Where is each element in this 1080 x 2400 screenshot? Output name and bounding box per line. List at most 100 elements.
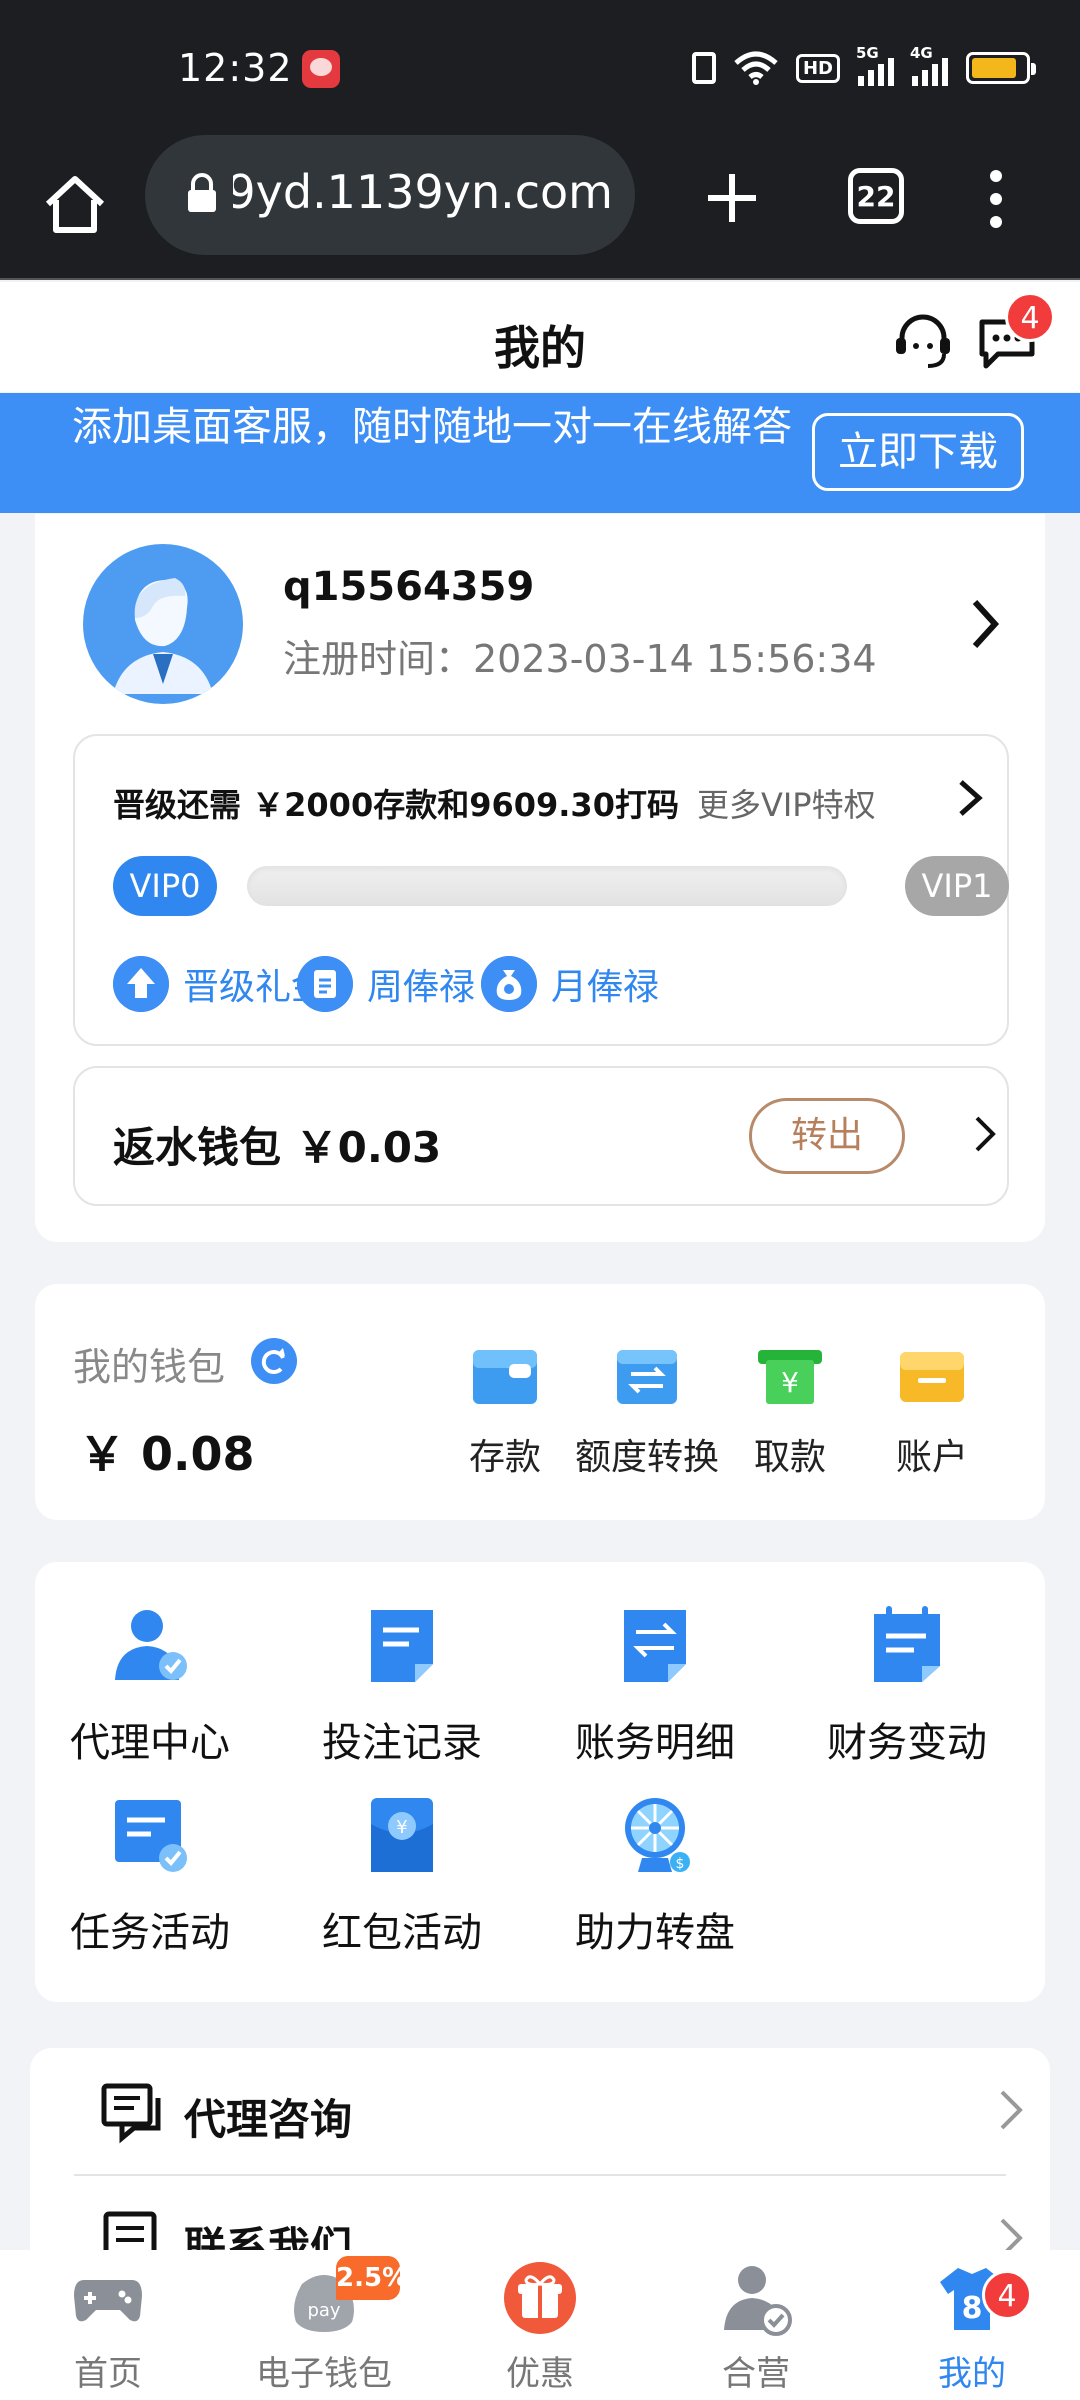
rebate-wallet: 返水钱包 ￥0.03 转出	[73, 1066, 1009, 1206]
transfer-out-button[interactable]: 转出	[749, 1098, 905, 1174]
signal-5g-icon: 5G	[856, 44, 894, 86]
avatar-person-icon	[85, 546, 241, 702]
new-tab-icon[interactable]	[700, 166, 764, 230]
username: q15564359	[283, 564, 535, 610]
status-icons: HD 5G 4G	[691, 44, 1036, 88]
action-label: 账户	[895, 1437, 968, 1478]
vip-upgrade-requirement: 晋级还需 ￥2000存款和9609.30打码 更多VIP特权	[113, 780, 876, 826]
wallet-rate-badge: 2.5%	[336, 2256, 408, 2300]
wheel-icon: $	[625, 1798, 690, 1872]
browser-toolbar: 99yd.1139yn.com 22	[0, 135, 1080, 280]
customer-service-icon[interactable]	[890, 308, 956, 374]
partner-person-icon	[724, 2266, 792, 2336]
nav-mine[interactable]: 8 我的	[882, 2260, 1062, 2395]
transfer-document-icon	[624, 1610, 686, 1682]
nav-label: 优惠	[506, 2354, 574, 2394]
menu-label: 助力转盘	[575, 1910, 735, 1956]
message-badge: 4	[1005, 292, 1055, 342]
finance-changes-item[interactable]: 财务变动	[792, 1602, 1022, 1768]
task-activities-item[interactable]: 任务活动	[35, 1792, 265, 1958]
withdraw-icon: ¥	[758, 1350, 822, 1404]
withdraw-button[interactable]: ¥ 取款	[715, 1346, 865, 1480]
lucky-wheel-item[interactable]: $ 助力转盘	[540, 1792, 770, 1958]
nav-label: 我的	[938, 2354, 1006, 2394]
list-label: 代理咨询	[184, 2095, 353, 2144]
agent-person-icon	[115, 1610, 187, 1680]
action-label: 存款	[468, 1437, 541, 1478]
address-bar[interactable]: 99yd.1139yn.com	[145, 135, 635, 255]
perk-weekly-salary[interactable]: 周俸禄	[297, 954, 475, 1014]
nav-label: 合营	[722, 2354, 790, 2394]
wallet-deposit-icon	[473, 1350, 537, 1404]
vibrate-icon	[691, 52, 716, 84]
menu-label: 投注记录	[322, 1720, 482, 1766]
agent-center-item[interactable]: 代理中心	[35, 1602, 265, 1768]
status-time: 12:32	[178, 46, 293, 90]
perk-label: 周俸禄	[367, 967, 476, 1008]
menu-label: 红包活动	[322, 1910, 482, 1956]
registration-time: 注册时间：2023-03-14 15:56:34	[283, 637, 877, 681]
wifi-icon	[734, 51, 778, 85]
nav-partnership[interactable]: 合营	[666, 2260, 846, 2395]
vip-chevron-right-icon[interactable]	[955, 776, 985, 820]
feature-grid: 代理中心 投注记录 账务明细 财务变动 任务活动 ¥ 红包活动 $ 助力转盘	[35, 1562, 1045, 2002]
upgrade-arrow-icon	[113, 956, 169, 1012]
signal-5g-label: 5G	[856, 44, 879, 62]
rebate-chevron-right-icon[interactable]	[973, 1114, 997, 1154]
quota-transfer-button[interactable]: 额度转换	[572, 1346, 722, 1480]
download-banner: 添加桌面客服，随时随地一对一在线解答 立即下载	[0, 393, 1080, 513]
nav-promotions[interactable]: 优惠	[450, 2260, 630, 2395]
deposit-button[interactable]: 存款	[430, 1346, 580, 1480]
nav-label: 电子钱包	[256, 2354, 392, 2394]
battery-icon	[966, 52, 1036, 84]
download-button[interactable]: 立即下载	[812, 413, 1024, 491]
vip-next-level: VIP1	[905, 856, 1009, 916]
agent-consult-row[interactable]: 代理咨询	[74, 2048, 1023, 2172]
vip-progress-bar	[247, 866, 847, 906]
chat-list-icon	[101, 2083, 161, 2144]
more-vip-link[interactable]: 更多VIP特权	[697, 786, 876, 824]
svg-text:pay: pay	[307, 2300, 340, 2321]
svg-text:¥: ¥	[781, 1366, 799, 1399]
account-details-item[interactable]: 账务明细	[540, 1602, 770, 1768]
vip-need-text: 晋级还需 ￥2000存款和9609.30打码	[113, 786, 679, 824]
document-icon	[371, 1610, 433, 1682]
card-account-icon	[900, 1352, 964, 1402]
wallet-card: 我的钱包 ￥ 0.08 存款 额度转换 ¥ 取款 账户	[35, 1284, 1045, 1520]
banner-text: 添加桌面客服，随时随地一对一在线解答	[72, 404, 792, 450]
menu-label: 任务活动	[70, 1910, 230, 1956]
gift-icon	[504, 2262, 576, 2334]
perk-label: 月俸禄	[551, 967, 660, 1008]
nav-home[interactable]: 首页	[18, 2260, 198, 2395]
profile-chevron-right-icon[interactable]	[965, 594, 1005, 654]
signal-4g-label: 4G	[910, 44, 933, 62]
app-notification-icon	[302, 50, 340, 88]
status-bar: 12:32 HD 5G 4G	[0, 0, 1080, 140]
mine-badge: 4	[982, 2270, 1032, 2320]
svg-text:$: $	[676, 1856, 685, 1872]
avatar[interactable]	[83, 544, 243, 704]
menu-label: 代理中心	[70, 1720, 230, 1766]
bet-records-item[interactable]: 投注记录	[287, 1602, 517, 1768]
action-label: 额度转换	[574, 1437, 719, 1478]
refresh-icon[interactable]	[249, 1336, 299, 1386]
bottom-navigation: 首页 pay 电子钱包 优惠 合营 8 我的	[0, 2250, 1080, 2400]
chevron-right-icon	[1000, 2090, 1023, 2130]
wallet-balance: ￥ 0.08	[79, 1427, 255, 1481]
info-list: 代理咨询 联系我们	[30, 2048, 1050, 2278]
red-packet-item[interactable]: ¥ 红包活动	[287, 1792, 517, 1958]
calendar-doc-icon	[874, 1606, 940, 1682]
nav-label: 首页	[74, 2354, 142, 2394]
account-button[interactable]: 账户	[857, 1346, 1007, 1480]
browser-menu-icon[interactable]	[986, 164, 1006, 234]
jersey-number: 8	[962, 2291, 983, 2326]
perk-upgrade-bonus[interactable]: 晋级礼金	[113, 954, 327, 1014]
page-header: 我的 4	[0, 282, 1080, 392]
home-icon[interactable]	[40, 170, 110, 240]
action-label: 取款	[753, 1437, 826, 1478]
tab-switcher-button[interactable]: 22	[848, 168, 904, 224]
wallet-title: 我的钱包	[73, 1345, 226, 1389]
perk-monthly-salary[interactable]: 月俸禄	[481, 954, 659, 1014]
red-packet-icon: ¥	[371, 1798, 433, 1872]
rebate-amount: 返水钱包 ￥0.03	[113, 1123, 442, 1172]
